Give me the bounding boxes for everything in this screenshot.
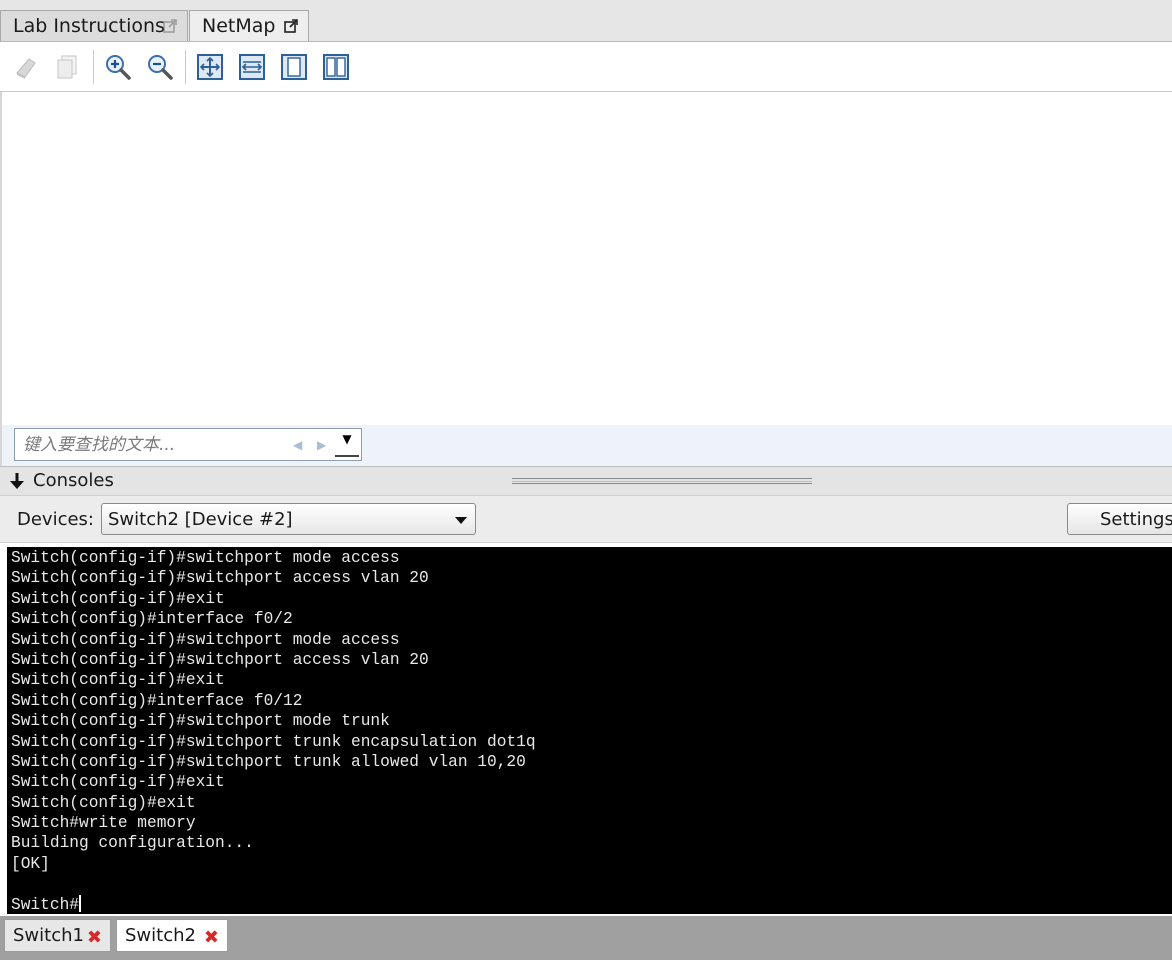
find-next-icon[interactable]: ▶ — [317, 438, 326, 452]
find-box: ◀ ▶ ▼ — [14, 428, 362, 461]
consoles-title: Consoles — [33, 470, 114, 491]
toolbar-separator — [93, 50, 94, 84]
terminal-line: Switch#write memory — [11, 814, 196, 833]
print-icon[interactable] — [12, 52, 42, 82]
top-tab-strip: Lab Instructions NetMap — [0, 0, 1172, 41]
terminal-line: Switch(config-if)#exit — [11, 671, 225, 690]
consoles-header: Consoles — [0, 466, 1172, 495]
tab-netmap[interactable]: NetMap — [189, 10, 309, 41]
terminal-line: Switch(config-if)#exit — [11, 589, 225, 608]
terminal-line: Switch(config)#interface f0/12 — [11, 691, 303, 710]
devices-row: Devices: Switch2 [Device #2] Settings... — [0, 495, 1172, 542]
terminal-line: [OK] — [11, 854, 50, 873]
terminal-line: Switch# — [11, 894, 81, 914]
find-input[interactable] — [17, 430, 287, 459]
device-select-value: Switch2 [Device #2] — [108, 509, 293, 530]
text-cursor — [79, 894, 81, 912]
terminal-line: Switch(config-if)#exit — [11, 773, 225, 792]
terminal-line: Switch(config)#interface f0/2 — [11, 610, 293, 629]
terminal-line: Building configuration... — [11, 834, 254, 853]
console-tab-switch1[interactable]: Switch1 ✖ — [4, 919, 111, 952]
toolbar-separator — [185, 50, 186, 84]
document-view[interactable] — [0, 92, 1172, 425]
find-previous-icon[interactable]: ◀ — [293, 438, 302, 452]
copy-icon[interactable] — [53, 52, 83, 82]
device-select[interactable]: Switch2 [Device #2] — [101, 503, 476, 535]
terminal-line: Switch(config-if)#switchport mode trunk — [11, 712, 390, 731]
devices-label: Devices: — [17, 509, 95, 530]
collapse-arrow-icon[interactable] — [9, 472, 25, 490]
popout-icon[interactable] — [284, 19, 298, 33]
popout-icon[interactable] — [163, 19, 177, 33]
console-tab-bar: Switch1 ✖ Switch2 ✖ — [0, 916, 1172, 960]
console-tab-label: Switch2 — [125, 925, 196, 946]
terminal-line: Switch(config)#exit — [11, 793, 196, 812]
tab-label: Lab Instructions — [13, 15, 165, 37]
zoom-in-icon[interactable] — [103, 52, 133, 82]
fit-width-icon[interactable] — [237, 52, 267, 82]
app-window: Lab Instructions NetMap 键入要查找的文本... ◀ ▶ … — [0, 0, 1172, 960]
fit-page-icon[interactable] — [195, 52, 225, 82]
find-bar: ◀ ▶ ▼ — [0, 425, 1172, 466]
close-icon[interactable]: ✖ — [204, 927, 219, 948]
console-tab-label: Switch1 — [13, 925, 84, 946]
two-page-icon[interactable] — [321, 52, 351, 82]
terminal-line: Switch(config-if)#switchport access vlan… — [11, 650, 429, 669]
tab-lab-instructions[interactable]: Lab Instructions — [0, 10, 188, 41]
chevron-down-icon — [455, 517, 467, 524]
terminal-line: Switch(config-if)#switchport access vlan… — [11, 569, 429, 588]
close-icon[interactable]: ✖ — [87, 927, 102, 948]
terminal-line: Switch(config-if)#switchport mode access — [11, 630, 400, 649]
console-tab-switch2[interactable]: Switch2 ✖ — [116, 919, 228, 952]
terminal-line: Switch(config-if)#switchport trunk encap… — [11, 732, 536, 751]
terminal-line: Switch(config-if)#switchport mode access — [11, 549, 400, 567]
resize-grip[interactable] — [512, 478, 812, 484]
tab-label: NetMap — [202, 15, 276, 37]
terminal-line: Switch(config-if)#switchport trunk allow… — [11, 752, 526, 771]
single-page-icon[interactable] — [279, 52, 309, 82]
settings-button[interactable]: Settings... — [1067, 503, 1172, 535]
document-toolbar — [0, 41, 1172, 92]
find-options-dropdown[interactable]: ▼ — [335, 432, 359, 457]
console-terminal[interactable]: Switch(config-if)#switchport mode access… — [7, 547, 1172, 914]
zoom-out-icon[interactable] — [145, 52, 175, 82]
